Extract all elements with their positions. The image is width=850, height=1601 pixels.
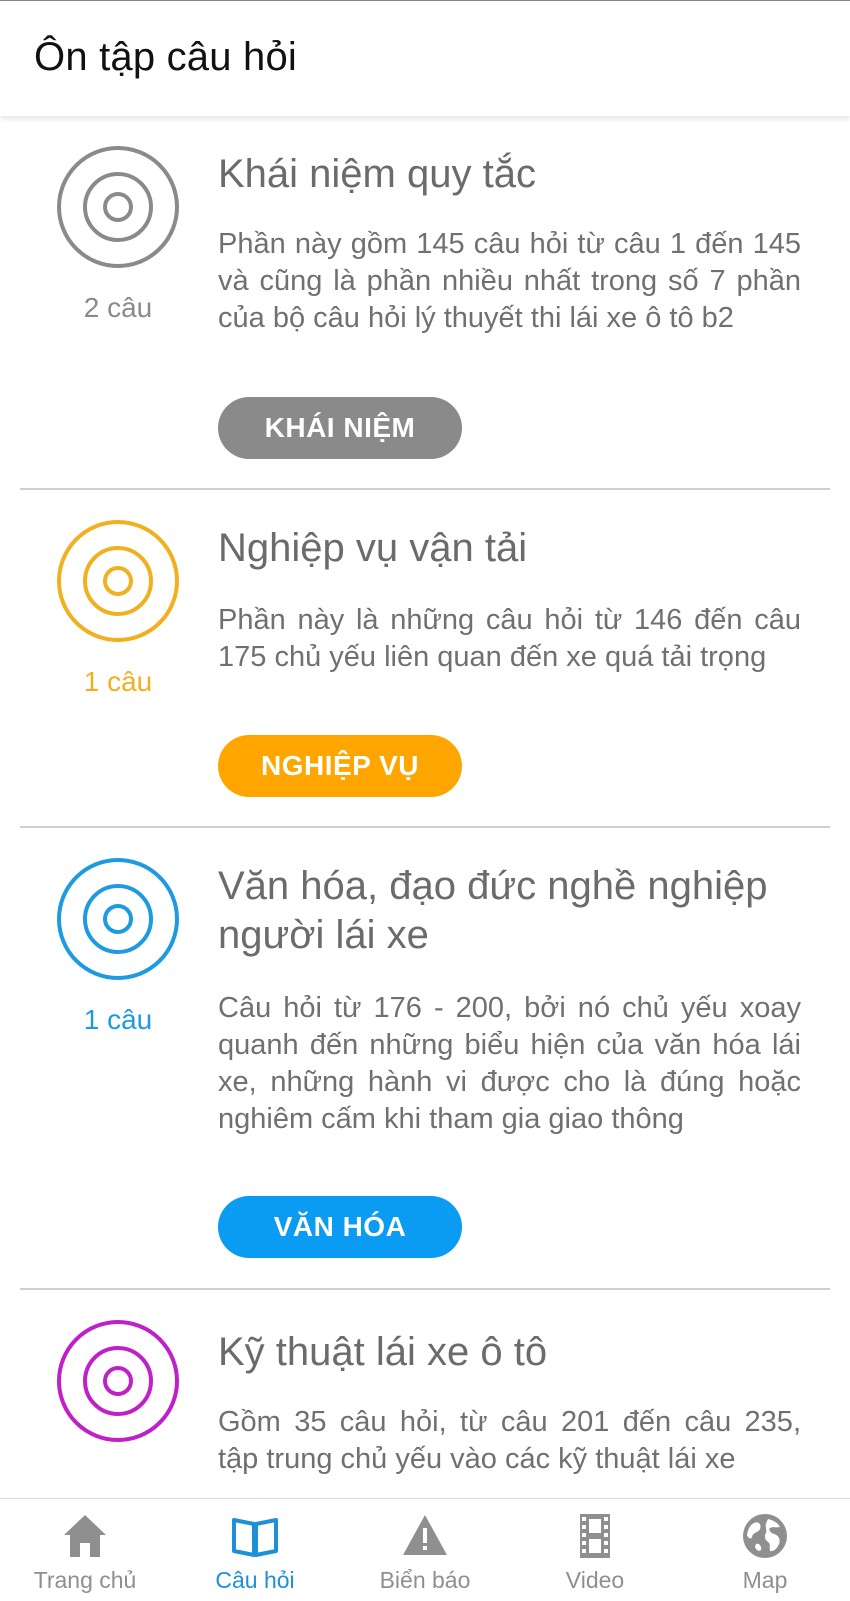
target-outer-ring	[57, 520, 179, 642]
warning-dot	[423, 1546, 427, 1550]
target-inner-ring	[103, 192, 133, 222]
nav-label: Trang chủ	[33, 1567, 137, 1593]
van-hoa-button[interactable]: VĂN HÓA	[218, 1196, 462, 1258]
topic-title: Nghiệp vụ vận tải	[218, 526, 528, 570]
film-icon	[580, 1514, 610, 1558]
topic-card-nghiep-vu: 1 câu Nghiệp vụ vận tải Phần này là nhữn…	[20, 490, 830, 828]
nav-label: Map	[742, 1567, 788, 1593]
target-inner-ring	[103, 566, 133, 596]
target-middle-ring	[83, 1346, 153, 1416]
target-inner-ring	[103, 1366, 133, 1396]
target-icon	[57, 146, 179, 268]
topic-description: Gồm 35 câu hỏi, từ câu 201 đến câu 235, …	[218, 1406, 801, 1475]
topic-title: Khái niệm quy tắc	[218, 152, 536, 196]
target-icon	[57, 520, 179, 642]
target-middle-ring	[83, 172, 153, 242]
topic-description: Phần này là những câu hỏi từ 146 đến câu…	[218, 604, 801, 673]
topic-title: Văn hóa, đạo đức nghề nghiệp người lái x…	[218, 864, 768, 957]
target-outer-ring	[57, 146, 179, 268]
home-icon	[64, 1515, 106, 1557]
target-inner-ring	[103, 904, 133, 934]
warning-mark	[423, 1528, 427, 1543]
question-count: 1 câu	[83, 1004, 153, 1035]
target-middle-ring	[83, 546, 153, 616]
home-shape	[64, 1515, 106, 1557]
target-outer-ring	[57, 858, 179, 980]
warning-icon	[403, 1515, 447, 1555]
nav-label: Câu hỏi	[215, 1567, 295, 1593]
question-count: 1 câu	[83, 666, 153, 697]
question-count: 2 câu	[83, 292, 153, 323]
nav-label: Biển báo	[379, 1567, 471, 1593]
topic-card-van-hoa: 1 câu Văn hóa, đạo đức nghề nghiệp người…	[20, 828, 830, 1290]
nav-item-video[interactable]: Video	[510, 1499, 680, 1601]
nav-item-map[interactable]: Map	[680, 1499, 850, 1601]
nghiep-vu-button[interactable]: NGHIỆP VỤ	[218, 735, 462, 797]
book-icon	[232, 1518, 278, 1557]
topic-list[interactable]: 2 câu Khái niệm quy tắc Phần này gồm 145…	[0, 116, 850, 1498]
globe-icon	[743, 1514, 787, 1558]
topic-card-khai-niem: 2 câu Khái niệm quy tắc Phần này gồm 145…	[20, 116, 830, 490]
topic-card-ky-thuat: Kỹ thuật lái xe ô tô Gồm 35 câu hỏi, từ …	[20, 1290, 830, 1498]
nav-label: Video	[565, 1567, 625, 1593]
topic-description: Phần này gồm 145 câu hỏi từ câu 1 đến 14…	[218, 228, 801, 334]
topic-description: Câu hỏi từ 176 - 200, bởi nó chủ yếu xoa…	[218, 992, 801, 1135]
nav-item-signs[interactable]: Biển báo	[340, 1499, 510, 1601]
khai-niem-button[interactable]: KHÁI NIỆM	[218, 397, 462, 459]
target-icon	[57, 858, 179, 980]
target-icon	[57, 1320, 179, 1442]
target-middle-ring	[83, 884, 153, 954]
nav-item-home[interactable]: Trang chủ	[0, 1499, 170, 1601]
topic-title: Kỹ thuật lái xe ô tô	[218, 1330, 548, 1374]
book-shape	[232, 1518, 278, 1557]
app-header: Ôn tập câu hỏi	[0, 0, 850, 116]
target-outer-ring	[57, 1320, 179, 1442]
bottom-navigation: Trang chủ Câu hỏi Biển báo Video Map	[0, 1498, 850, 1600]
page-title: Ôn tập câu hỏi	[34, 35, 297, 79]
nav-item-questions[interactable]: Câu hỏi	[170, 1499, 340, 1601]
